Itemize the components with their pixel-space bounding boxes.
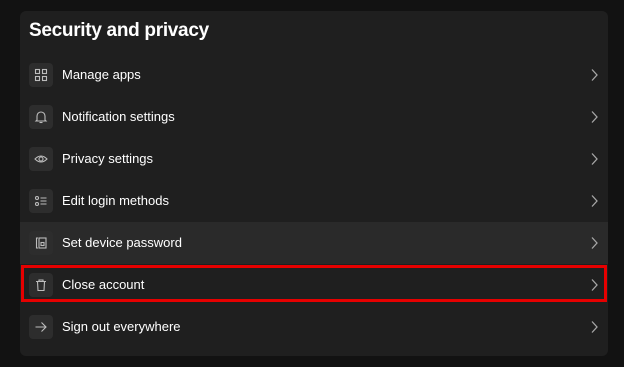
edit-login-methods-item[interactable]: Edit login methods bbox=[20, 180, 608, 222]
security-privacy-card: Security and privacy Manage apps Notific… bbox=[20, 11, 608, 356]
notification-settings-item[interactable]: Notification settings bbox=[20, 96, 608, 138]
grid-icon bbox=[29, 63, 53, 87]
manage-apps-item[interactable]: Manage apps bbox=[20, 54, 608, 96]
item-label: Notification settings bbox=[62, 109, 175, 124]
item-label: Edit login methods bbox=[62, 193, 169, 208]
chevron-right-icon bbox=[591, 279, 598, 291]
bell-icon bbox=[29, 105, 53, 129]
eye-icon bbox=[29, 147, 53, 171]
item-label: Set device password bbox=[62, 235, 182, 250]
chevron-right-icon bbox=[591, 321, 598, 333]
item-label: Close account bbox=[62, 277, 145, 292]
chevron-right-icon bbox=[591, 69, 598, 81]
item-label: Privacy settings bbox=[62, 151, 154, 166]
close-account-item[interactable]: Close account bbox=[20, 264, 608, 306]
settings-list: Manage apps Notification settings Privac… bbox=[20, 54, 608, 348]
set-device-password-item[interactable]: Set device password bbox=[20, 222, 608, 264]
list-icon bbox=[29, 189, 53, 213]
trash-icon bbox=[29, 273, 53, 297]
chevron-right-icon bbox=[591, 153, 598, 165]
sign-out-everywhere-item[interactable]: Sign out everywhere bbox=[20, 306, 608, 348]
chevron-right-icon bbox=[591, 237, 598, 249]
item-label: Manage apps bbox=[62, 67, 141, 82]
privacy-settings-item[interactable]: Privacy settings bbox=[20, 138, 608, 180]
chevron-right-icon bbox=[591, 195, 598, 207]
section-title: Security and privacy bbox=[29, 20, 209, 41]
arrow-right-icon bbox=[29, 315, 53, 339]
item-label: Sign out everywhere bbox=[62, 319, 181, 334]
device-lock-icon bbox=[29, 231, 53, 255]
chevron-right-icon bbox=[591, 111, 598, 123]
